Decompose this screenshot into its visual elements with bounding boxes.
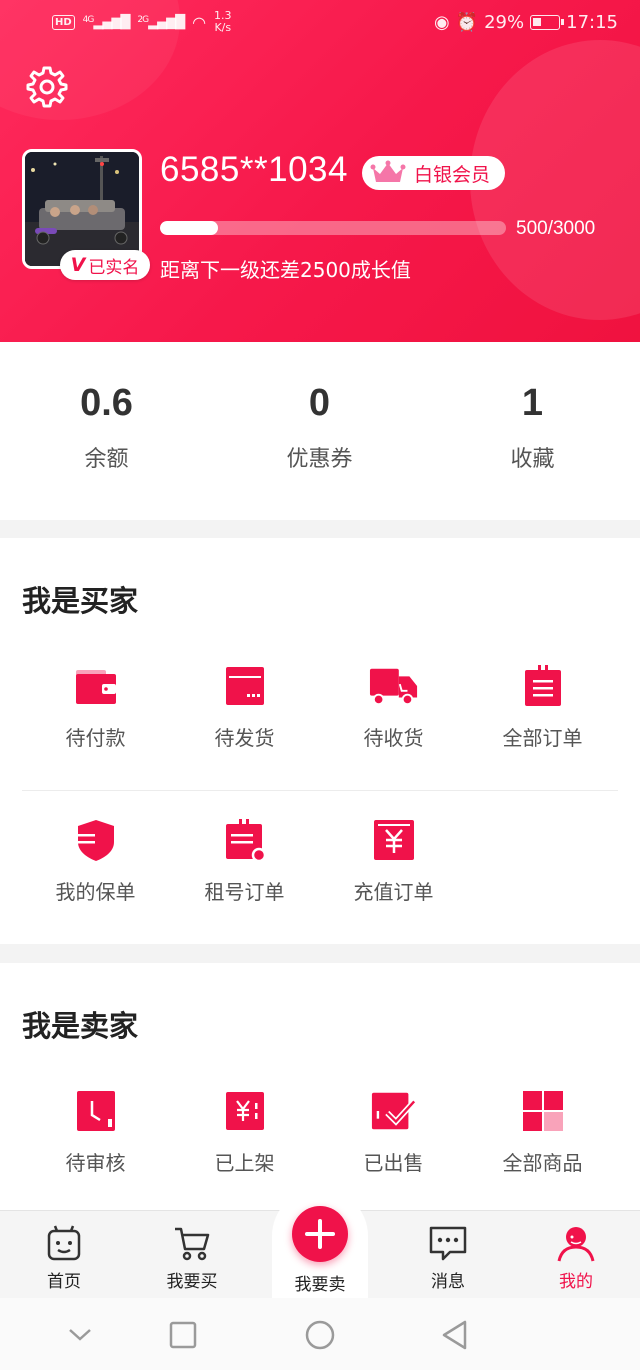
seller-item-sold[interactable]: 已出售 — [319, 1089, 468, 1176]
tab-label: 我要买 — [166, 1272, 218, 1292]
profile-header: HD 4G▂▄▆█ 2G▂▄▆█ ◠ 1.3K/s ◉ ⏰ 29% 17:15 — [0, 0, 640, 342]
growth-progress-bar — [160, 221, 506, 235]
cart-icon — [175, 1227, 210, 1261]
recents-square-icon[interactable] — [166, 1318, 200, 1352]
seller-section: 我是卖家 待审核 已上架 已出售 全部商品 — [0, 963, 640, 1213]
user-icon — [557, 1227, 595, 1262]
seller-item-all-products[interactable]: 全部商品 — [468, 1089, 617, 1176]
buyer-section: 我是买家 待付款 待发货 待收货 全部订单 我的保单 租号订单 充值订单 — [0, 538, 640, 944]
rent-order-icon — [225, 819, 266, 862]
status-bar: HD 4G▂▄▆█ 2G▂▄▆█ ◠ 1.3 K/s ◉ ⏰ 29% 17:15 — [0, 8, 640, 40]
member-level-badge[interactable]: 白银会员 — [362, 156, 505, 190]
clipboard-icon — [524, 665, 561, 706]
growth-hint: 距离下一级还差2500成长值 — [160, 258, 411, 282]
sold-check-icon — [371, 1092, 416, 1130]
tab-buy[interactable]: 我要买 — [142, 1223, 242, 1292]
buyer-item-label: 充值订单 — [353, 880, 434, 904]
growth-progress-text: 500/3000 — [516, 218, 596, 239]
buyer-item-pending-receipt[interactable]: 待收货 — [319, 664, 468, 751]
stat-label: 余额 — [84, 447, 129, 472]
speed-unit: K/s — [214, 21, 232, 34]
stat-label: 优惠券 — [286, 447, 353, 472]
seller-item-listed[interactable]: 已上架 — [170, 1089, 319, 1176]
truck-icon — [369, 668, 417, 706]
alarm-icon: ⏰ — [455, 12, 479, 33]
battery-percent: 29% — [484, 12, 525, 33]
tab-mine[interactable]: 我的 — [526, 1223, 626, 1292]
grid-icon — [522, 1091, 563, 1131]
seller-section-title: 我是卖家 — [22, 1009, 139, 1043]
tab-messages[interactable]: 消息 — [398, 1223, 498, 1292]
buyer-item-rent-orders[interactable]: 租号订单 — [170, 818, 319, 905]
crown-icon — [370, 160, 406, 182]
buyer-item-label: 待发货 — [214, 726, 275, 750]
clock-time: 17:15 — [566, 12, 618, 33]
buyer-item-label: 待收货 — [363, 726, 424, 750]
seller-item-label: 全部商品 — [502, 1151, 583, 1175]
buyer-divider — [22, 790, 618, 791]
tab-home[interactable]: 首页 — [14, 1223, 114, 1292]
tab-sell-label[interactable]: 我要卖 — [272, 1270, 368, 1295]
listed-yen-icon — [225, 1092, 264, 1130]
seller-item-pending-review[interactable]: 待审核 — [21, 1089, 170, 1176]
chevron-down-icon[interactable] — [63, 1318, 97, 1352]
wallet-icon — [75, 670, 116, 704]
verified-mark: V — [70, 254, 86, 276]
review-clock-icon — [76, 1091, 115, 1131]
home-circle-icon[interactable] — [303, 1318, 337, 1352]
buyer-item-all-orders[interactable]: 全部订单 — [468, 664, 617, 751]
hd-badge: HD — [52, 14, 75, 30]
tab-label: 我的 — [559, 1272, 593, 1292]
avatar-photo — [25, 152, 139, 266]
stats-row: 0.6 余额 0 优惠券 1 收藏 — [0, 342, 640, 520]
buyer-row-1: 待付款 待发货 待收货 全部订单 — [0, 664, 640, 751]
stat-favorites[interactable]: 1 收藏 — [426, 342, 639, 520]
stat-label: 收藏 — [510, 447, 555, 472]
wifi-icon: ◠ — [192, 12, 207, 32]
username: 6585**1034 — [160, 150, 348, 189]
signal-2g: 2G▂▄▆█ — [137, 14, 185, 30]
eye-icon: ◉ — [433, 12, 450, 33]
buyer-item-label: 待付款 — [65, 726, 126, 750]
buyer-section-title: 我是买家 — [22, 584, 139, 618]
buyer-item-label: 租号订单 — [204, 880, 285, 904]
tab-label: 消息 — [431, 1272, 465, 1292]
network-4g-label: 4G — [82, 14, 95, 25]
buyer-item-label: 全部订单 — [502, 726, 583, 750]
stat-coupons[interactable]: 0 优惠券 — [213, 342, 426, 520]
tab-label: 首页 — [47, 1272, 81, 1292]
battery-icon — [530, 15, 565, 30]
network-speed: 1.3 K/s — [214, 10, 232, 34]
home-face-icon — [47, 1225, 81, 1261]
stat-value: 0.6 — [80, 382, 133, 424]
package-icon — [225, 667, 264, 705]
member-level-label: 白银会员 — [414, 163, 491, 186]
settings-gear-icon[interactable] — [26, 66, 68, 108]
seller-item-label: 已上架 — [214, 1151, 275, 1175]
seller-row-1: 待审核 已上架 已出售 全部商品 — [0, 1089, 640, 1176]
stat-value: 1 — [521, 382, 544, 424]
shield-icon — [74, 820, 114, 861]
stat-balance[interactable]: 0.6 余额 — [0, 342, 213, 520]
sell-plus-button[interactable] — [292, 1206, 348, 1262]
verified-label: 已实名 — [88, 257, 140, 278]
verified-badge: V 已实名 — [60, 250, 150, 280]
buyer-item-label: 我的保单 — [55, 880, 136, 904]
buyer-item-recharge-orders[interactable]: 充值订单 — [319, 818, 468, 905]
growth-progress-fill — [160, 221, 218, 235]
buyer-item-my-policy[interactable]: 我的保单 — [21, 818, 170, 905]
system-navigation-bar — [0, 1298, 640, 1370]
seller-item-label: 已出售 — [363, 1151, 424, 1175]
seller-item-label: 待审核 — [65, 1151, 126, 1175]
yen-icon — [373, 820, 414, 860]
back-triangle-icon[interactable] — [438, 1318, 472, 1352]
buyer-row-2: 我的保单 租号订单 充值订单 — [0, 818, 640, 905]
signal-4g: 4G▂▄▆█ — [82, 14, 131, 30]
buyer-item-pending-shipment[interactable]: 待发货 — [170, 664, 319, 751]
stat-value: 0 — [308, 382, 331, 424]
network-2g-label: 2G — [137, 14, 149, 25]
buyer-item-pending-payment[interactable]: 待付款 — [21, 664, 170, 751]
message-icon — [429, 1226, 467, 1261]
